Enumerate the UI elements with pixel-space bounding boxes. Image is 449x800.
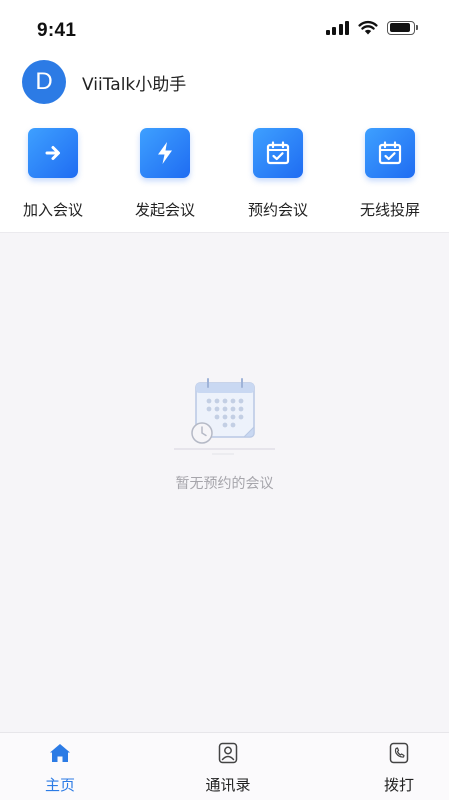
calendar-clock-icon (172, 377, 277, 457)
calendar-check-icon (365, 128, 415, 178)
empty-state-text: 暂无预约的会议 (175, 476, 274, 492)
tab-contacts[interactable]: 通讯录 (183, 741, 273, 795)
join-meeting-button[interactable]: 加入会议 (3, 128, 103, 220)
status-time: 9:41 (37, 20, 77, 41)
tab-home-label: 主页 (44, 776, 75, 794)
join-meeting-label: 加入会议 (22, 201, 83, 219)
tab-contacts-label: 通讯录 (205, 776, 251, 794)
start-meeting-button[interactable]: 发起会议 (115, 128, 215, 220)
wireless-projection-button[interactable]: 无线投屏 (340, 128, 440, 220)
status-icons (325, 20, 418, 35)
arrow-right-icon (28, 128, 78, 178)
contacts-icon (216, 741, 240, 765)
cellular-signal-icon (325, 20, 349, 35)
battery-icon (387, 20, 418, 35)
calendar-check-icon (253, 128, 303, 178)
avatar[interactable]: D (22, 60, 66, 104)
header: D ViiTalk小助手 (22, 60, 186, 104)
phone-icon (387, 741, 411, 765)
wireless-projection-label: 无线投屏 (359, 201, 420, 219)
schedule-meeting-button[interactable]: 预约会议 (228, 128, 328, 220)
status-bar: 9:41 (0, 0, 449, 58)
tab-dial-label: 拨打 (383, 776, 414, 794)
quick-actions: 加入会议 发起会议 预约会议 无线投屏 (0, 128, 449, 228)
bottom-tab-bar: 主页 通讯录 拨打 (0, 732, 449, 800)
assistant-title: ViiTalk小助手 (82, 74, 187, 95)
tab-dial[interactable]: 拨打 (354, 741, 444, 795)
tab-home[interactable]: 主页 (15, 741, 105, 795)
meeting-list-area[interactable]: 暂无预约的会议 (0, 232, 449, 732)
wifi-icon (358, 20, 378, 35)
lightning-icon (140, 128, 190, 178)
start-meeting-label: 发起会议 (134, 201, 195, 219)
schedule-meeting-label: 预约会议 (247, 201, 308, 219)
home-icon (48, 741, 72, 765)
